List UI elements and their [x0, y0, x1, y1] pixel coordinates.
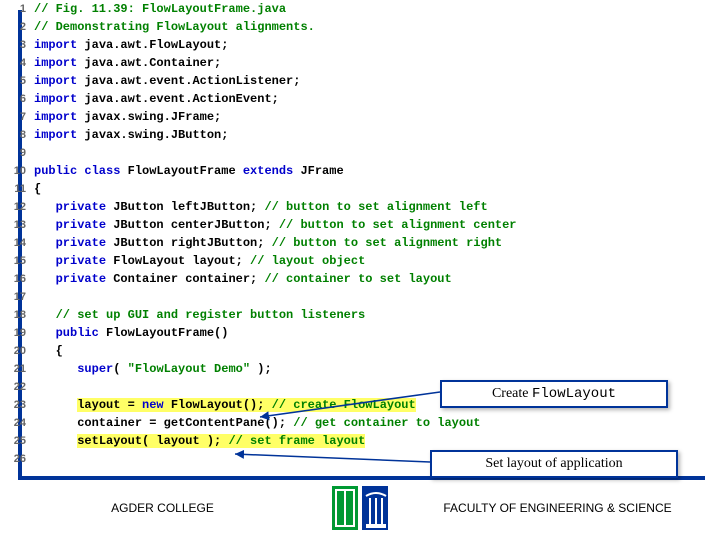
code-content: {	[34, 180, 41, 198]
line-number: 23	[0, 396, 34, 414]
line-number: 4	[0, 54, 34, 72]
callout-text: Set layout of application	[485, 456, 622, 471]
code-line: 25 setLayout( layout ); // set frame lay…	[0, 432, 580, 450]
line-number: 12	[0, 198, 34, 216]
code-line: 24 container = getContentPane(); // get …	[0, 414, 580, 432]
line-number: 2	[0, 18, 34, 36]
callout-set-layout: Set layout of application	[430, 450, 678, 478]
line-number: 10	[0, 162, 34, 180]
code-line: 15 private FlowLayout layout; // layout …	[0, 252, 580, 270]
footer: AGDER COLLEGE FACULTY OF ENGINEERING & S…	[0, 484, 720, 532]
code-line: 13 private JButton centerJButton; // but…	[0, 216, 580, 234]
code-content: private Container container; // containe…	[34, 270, 452, 288]
line-number: 20	[0, 342, 34, 360]
code-content: import java.awt.FlowLayout;	[34, 36, 228, 54]
line-number: 8	[0, 126, 34, 144]
callout-create-flowlayout: Create FlowLayout	[440, 380, 668, 408]
line-number: 13	[0, 216, 34, 234]
line-number: 14	[0, 234, 34, 252]
code-content: // Demonstrating FlowLayout alignments.	[34, 18, 315, 36]
code-content: public class FlowLayoutFrame extends JFr…	[34, 162, 344, 180]
line-number: 5	[0, 72, 34, 90]
code-content: private FlowLayout layout; // layout obj…	[34, 252, 365, 270]
code-line: 20 {	[0, 342, 580, 360]
code-line: 3import java.awt.FlowLayout;	[0, 36, 580, 54]
code-content: layout = new FlowLayout(); // create Flo…	[34, 396, 416, 414]
code-content: import java.awt.event.ActionEvent;	[34, 90, 279, 108]
code-line: 16 private Container container; // conta…	[0, 270, 580, 288]
line-number: 22	[0, 378, 34, 396]
line-number: 16	[0, 270, 34, 288]
code-content: super( "FlowLayout Demo" );	[34, 360, 272, 378]
college-logo	[325, 486, 395, 530]
footer-right-text: FACULTY OF ENGINEERING & SCIENCE	[395, 501, 720, 515]
line-number: 9	[0, 144, 34, 162]
code-content: // Fig. 11.39: FlowLayoutFrame.java	[34, 0, 286, 18]
code-line: 7import javax.swing.JFrame;	[0, 108, 580, 126]
line-number: 3	[0, 36, 34, 54]
line-number: 21	[0, 360, 34, 378]
code-line: 11{	[0, 180, 580, 198]
code-content: import javax.swing.JFrame;	[34, 108, 221, 126]
code-line: 17	[0, 288, 580, 306]
code-content: private JButton leftJButton; // button t…	[34, 198, 488, 216]
code-content: import java.awt.Container;	[34, 54, 221, 72]
code-content: // set up GUI and register button listen…	[34, 306, 365, 324]
code-content: import java.awt.event.ActionListener;	[34, 72, 300, 90]
code-content: private JButton centerJButton; // button…	[34, 216, 517, 234]
line-number: 26	[0, 450, 34, 468]
line-number: 6	[0, 90, 34, 108]
code-line: 21 super( "FlowLayout Demo" );	[0, 360, 580, 378]
line-number: 17	[0, 288, 34, 306]
callout-code: FlowLayout	[532, 386, 616, 402]
line-number: 7	[0, 108, 34, 126]
code-line: 2// Demonstrating FlowLayout alignments.	[0, 18, 580, 36]
code-line: 1// Fig. 11.39: FlowLayoutFrame.java	[0, 0, 580, 18]
code-content: container = getContentPane(); // get con…	[34, 414, 480, 432]
code-line: 4import java.awt.Container;	[0, 54, 580, 72]
code-line: 10public class FlowLayoutFrame extends J…	[0, 162, 580, 180]
code-content: public FlowLayoutFrame()	[34, 324, 228, 342]
code-line: 6import java.awt.event.ActionEvent;	[0, 90, 580, 108]
code-line: 9	[0, 144, 580, 162]
code-line: 5import java.awt.event.ActionListener;	[0, 72, 580, 90]
line-number: 19	[0, 324, 34, 342]
footer-left-text: AGDER COLLEGE	[0, 501, 325, 515]
code-content: {	[34, 342, 63, 360]
line-number: 15	[0, 252, 34, 270]
line-number: 11	[0, 180, 34, 198]
line-number: 1	[0, 0, 34, 18]
code-content: setLayout( layout ); // set frame layout	[34, 432, 365, 450]
line-number: 18	[0, 306, 34, 324]
code-line: 8import javax.swing.JButton;	[0, 126, 580, 144]
line-number: 24	[0, 414, 34, 432]
code-content: import javax.swing.JButton;	[34, 126, 228, 144]
line-number: 25	[0, 432, 34, 450]
callout-text: Create	[492, 386, 532, 401]
code-line: 19 public FlowLayoutFrame()	[0, 324, 580, 342]
code-line: 14 private JButton rightJButton; // butt…	[0, 234, 580, 252]
code-line: 18 // set up GUI and register button lis…	[0, 306, 580, 324]
code-content: private JButton rightJButton; // button …	[34, 234, 502, 252]
code-line: 12 private JButton leftJButton; // butto…	[0, 198, 580, 216]
